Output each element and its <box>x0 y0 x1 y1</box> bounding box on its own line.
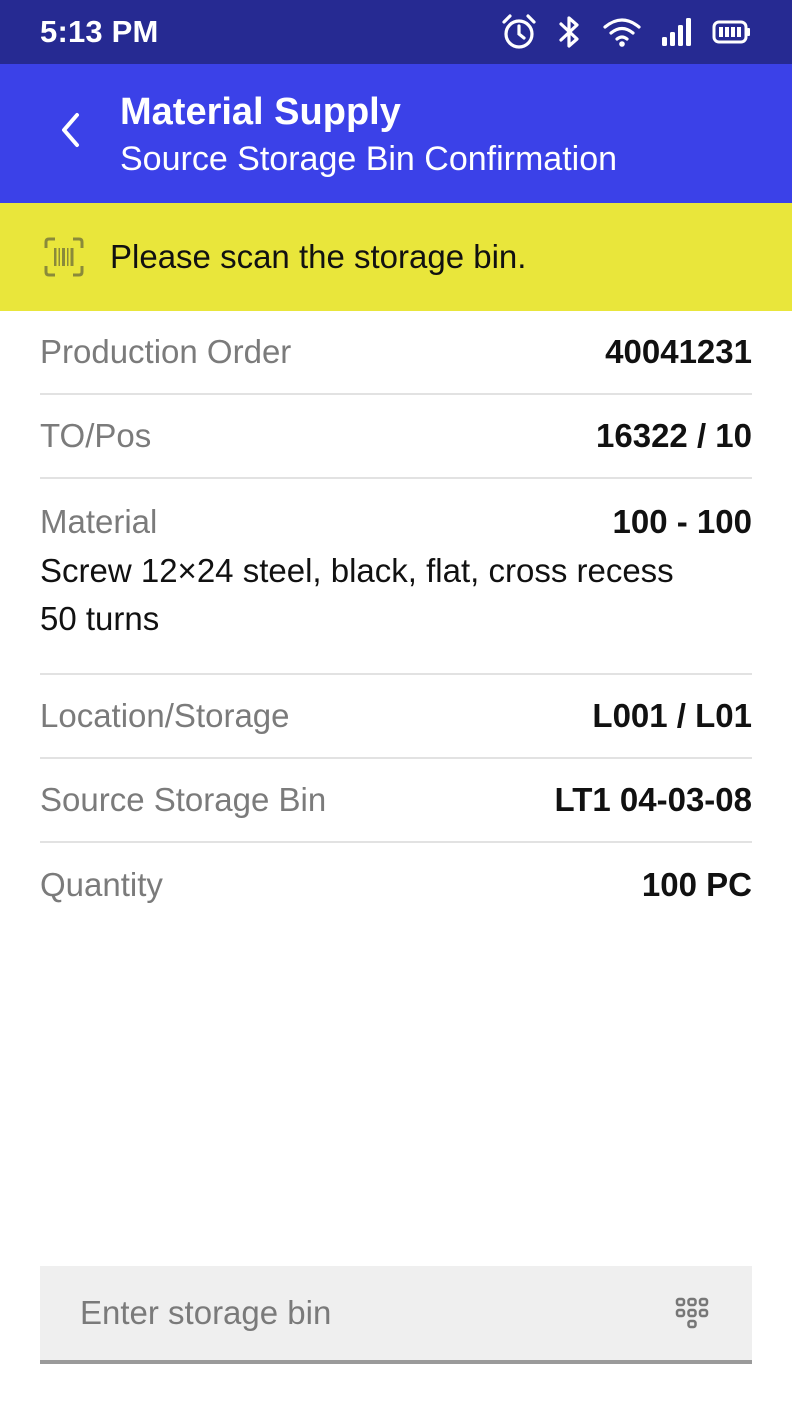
quantity-label: Quantity <box>40 866 163 903</box>
keypad-icon[interactable] <box>672 1293 712 1333</box>
chevron-left-icon <box>56 110 84 155</box>
details-list: Production Order 40041231 TO/Pos 16322 /… <box>40 311 752 927</box>
source-storage-bin-label: Source Storage Bin <box>40 781 327 818</box>
storage-bin-input-container <box>40 1266 752 1364</box>
material-label: Material <box>40 503 158 540</box>
app-bar: Material Supply Source Storage Bin Confi… <box>0 64 792 203</box>
battery-icon <box>712 19 752 45</box>
page-subtitle: Source Storage Bin Confirmation <box>120 140 618 178</box>
status-bar: 5:13 PM <box>0 0 792 64</box>
page-title: Material Supply <box>120 91 401 133</box>
source-storage-bin-value: LT1 04-03-08 <box>554 781 752 818</box>
scan-instruction-banner: Please scan the storage bin. <box>0 203 792 311</box>
row-to-pos: TO/Pos 16322 / 10 <box>40 395 752 479</box>
banner-text: Please scan the storage bin. <box>110 238 527 275</box>
row-production-order: Production Order 40041231 <box>40 311 752 395</box>
material-header: Material 100 - 100 <box>40 497 752 547</box>
bluetooth-icon <box>556 14 584 50</box>
quantity-value: 100 PC <box>641 866 752 903</box>
row-location-storage: Location/Storage L001 / L01 <box>40 675 752 759</box>
barcode-scan-icon <box>44 237 84 277</box>
back-button[interactable] <box>46 108 94 156</box>
material-description-line2: 50 turns <box>40 600 160 637</box>
wifi-icon <box>602 16 642 48</box>
material-value: 100 - 100 <box>612 503 752 540</box>
to-pos-label: TO/Pos <box>40 417 152 454</box>
storage-bin-input[interactable] <box>80 1294 640 1332</box>
alarm-icon <box>500 13 538 51</box>
to-pos-value: 16322 / 10 <box>596 417 752 454</box>
row-source-storage-bin: Source Storage Bin LT1 04-03-08 <box>40 759 752 843</box>
signal-icon <box>660 17 694 47</box>
location-storage-label: Location/Storage <box>40 697 290 734</box>
location-storage-value: L001 / L01 <box>592 697 752 734</box>
row-material: Material 100 - 100 Screw 12×24 steel, bl… <box>40 497 752 675</box>
production-order-label: Production Order <box>40 333 292 370</box>
production-order-value: 40041231 <box>605 333 752 370</box>
row-quantity: Quantity 100 PC <box>40 843 752 927</box>
material-description-line1: Screw 12×24 steel, black, flat, cross re… <box>40 552 674 589</box>
status-time: 5:13 PM <box>40 14 159 49</box>
status-icons <box>500 13 752 51</box>
